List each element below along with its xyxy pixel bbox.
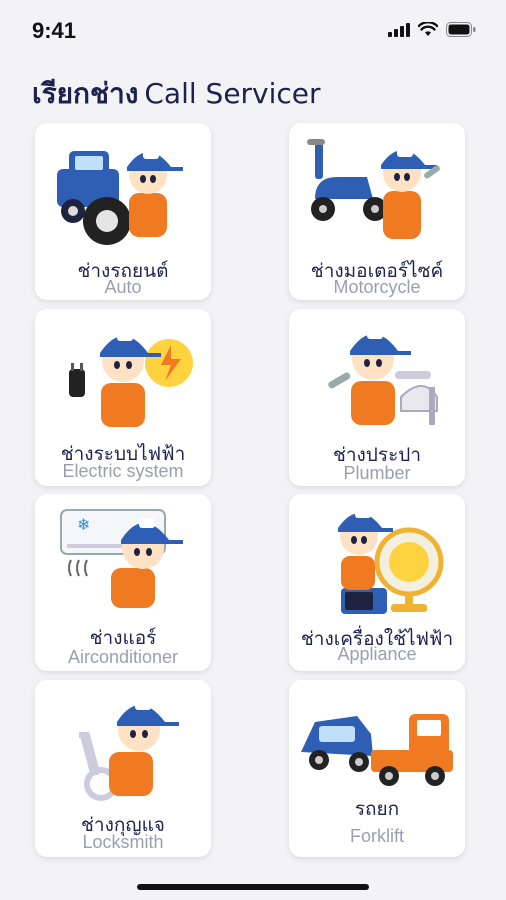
page-title-thai: เรียกช่าง (32, 77, 139, 110)
home-indicator[interactable] (137, 884, 369, 890)
status-icons (388, 22, 476, 37)
motorcycle-mechanic-icon (307, 139, 440, 239)
service-card-aircon[interactable]: ❄ ช่างแอร์ Airconditioner (35, 494, 211, 671)
page-title: เรียกช่าง Call Servicer (32, 72, 321, 116)
battery-icon (446, 22, 476, 37)
tow-truck-icon (301, 714, 453, 786)
page-title-english: Call Servicer (144, 77, 321, 110)
service-label-english: Plumber (343, 463, 411, 483)
auto-mechanic-icon (57, 149, 183, 245)
signal-icon (388, 22, 410, 37)
service-label-thai: รถยก (354, 798, 400, 820)
appliance-technician-icon (338, 508, 444, 614)
service-card-motorcycle[interactable]: ช่างมอเตอร์ไซค์ Motorcycle (289, 123, 465, 300)
service-label-english: Electric system (62, 461, 184, 481)
service-label-english: Appliance (337, 644, 417, 664)
svg-text:❄: ❄ (77, 515, 90, 534)
service-label-english: Forklift (350, 826, 404, 846)
service-label-english: Locksmith (82, 832, 164, 852)
service-card-plumber[interactable]: ช่างประปา Plumber (289, 309, 465, 486)
service-label-english: Airconditioner (67, 647, 179, 667)
service-label-english: Motorcycle (333, 277, 421, 297)
service-card-forklift[interactable]: รถยก Forklift (289, 680, 465, 857)
electrician-icon (69, 331, 193, 427)
service-card-auto[interactable]: ช่างรถยนต์ Auto (35, 123, 211, 300)
plumber-icon (328, 329, 438, 425)
locksmith-icon (79, 700, 179, 801)
service-label-english: Auto (104, 277, 142, 297)
status-bar: 9:41 (0, 0, 506, 62)
service-card-appliance[interactable]: ช่างเครื่องใช้ไฟฟ้า Appliance (289, 494, 465, 671)
status-time: 9:41 (32, 18, 77, 43)
service-card-electric[interactable]: ช่างระบบไฟฟ้า Electric system (35, 309, 211, 486)
service-card-locksmith[interactable]: ช่างกุญแจ Locksmith (35, 680, 211, 857)
aircon-technician-icon: ❄ (60, 509, 183, 608)
wifi-icon (418, 22, 438, 36)
